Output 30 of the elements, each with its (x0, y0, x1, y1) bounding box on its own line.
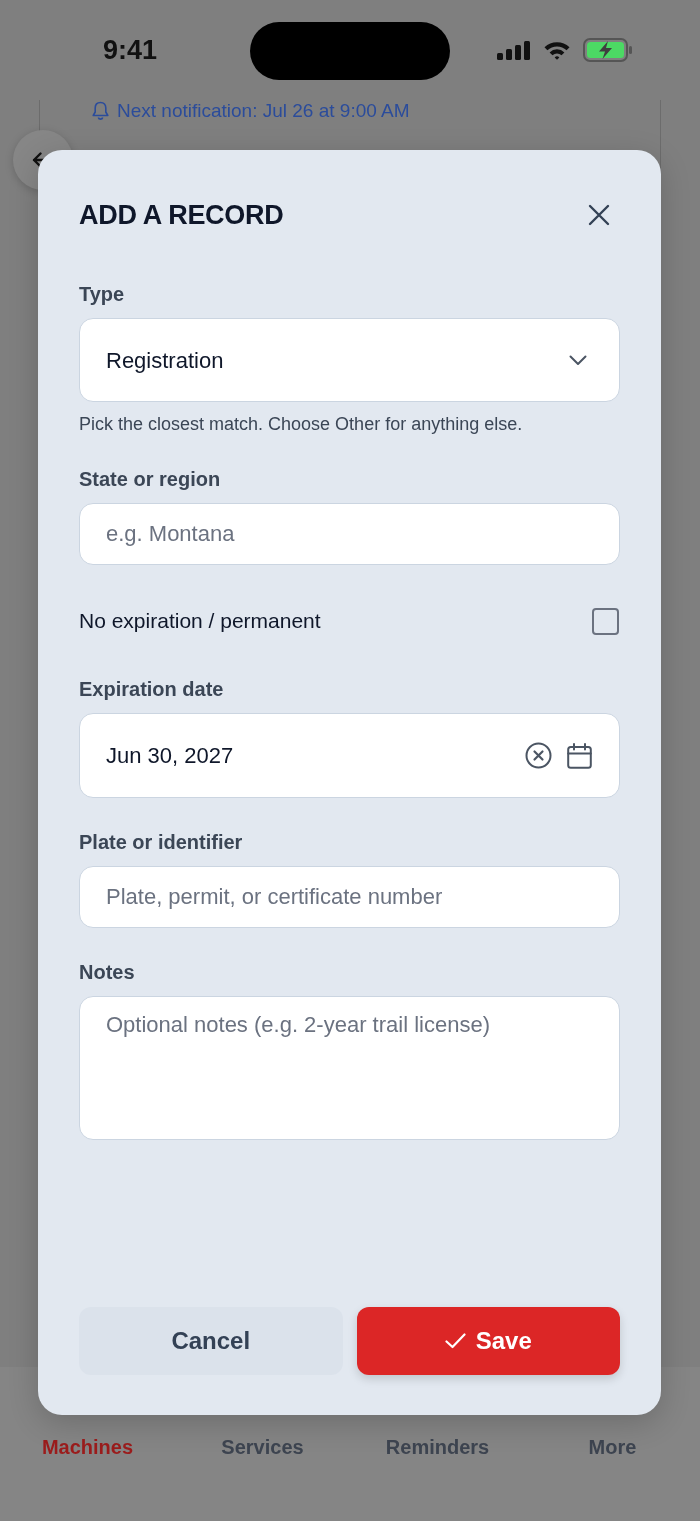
bell-icon (92, 101, 109, 121)
status-time: 9:41 (103, 35, 158, 65)
calendar-icon[interactable] (567, 742, 592, 769)
chevron-down-icon (569, 354, 587, 366)
field-label: State or region (79, 467, 222, 491)
notification-text: Next notification: Jul 26 at 9:00 AM (117, 100, 410, 122)
save-button[interactable]: Save (356, 1307, 620, 1375)
dialog-title: ADD A RECORD (79, 199, 284, 232)
clear-icon[interactable] (525, 742, 552, 769)
battery-charging-icon (583, 38, 633, 62)
field-label: Notes (79, 960, 136, 984)
notes-field[interactable]: Optional notes (e.g. 2-year trail license) (79, 996, 620, 1140)
field-label: Expiration date (79, 677, 225, 701)
checkbox-label: No expiration / permanent (79, 608, 321, 634)
tab[interactable]: Reminders (381, 1435, 494, 1459)
help-text: Pick the closest match. Choose Other for anything else. (79, 413, 524, 435)
tab[interactable]: More (584, 1435, 641, 1459)
text-field[interactable]: e.g. Montana (79, 503, 620, 565)
field-label: Plate or identifier (79, 830, 244, 854)
check-icon (444, 1333, 466, 1349)
select-field[interactable]: Registration (79, 318, 620, 402)
text-field[interactable]: Plate, permit, or certificate number (79, 866, 620, 928)
date-field[interactable]: Jun 30, 2027 (79, 713, 620, 798)
checkbox[interactable] (592, 607, 619, 635)
cancel-button[interactable]: Cancel (79, 1307, 343, 1375)
tab[interactable]: Services (217, 1435, 308, 1459)
close-icon (588, 204, 610, 226)
field-label: Type (79, 282, 126, 306)
signal-icon (497, 40, 531, 60)
wifi-icon (543, 40, 571, 60)
